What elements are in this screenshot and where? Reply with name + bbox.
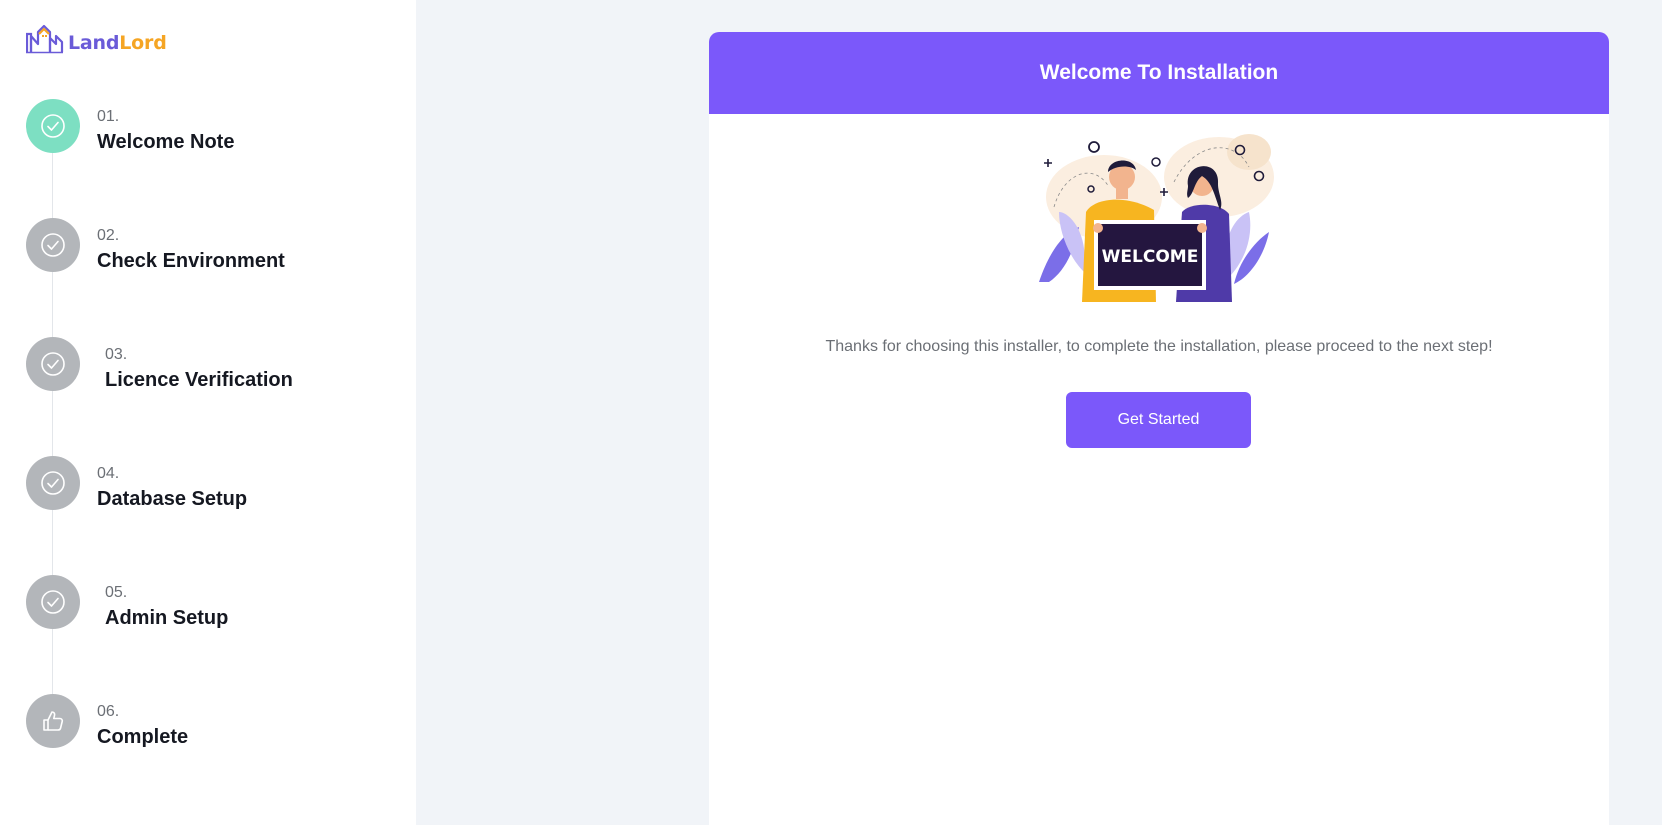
check-circle-icon (41, 114, 65, 138)
step-check-environment[interactable]: 02. Check Environment (26, 218, 406, 274)
step-3-circle (26, 337, 80, 391)
brand-name-land: Land (68, 32, 120, 54)
step-number: 03. (105, 346, 128, 363)
step-title: Welcome Note (97, 131, 235, 153)
step-welcome-note[interactable]: 01. Welcome Note (26, 99, 406, 155)
card-header: Welcome To Installation (709, 32, 1609, 114)
step-title: Complete (97, 726, 189, 748)
step-5-circle (26, 575, 80, 629)
installation-card: Welcome To Installation WELCOME Thanks f… (709, 32, 1609, 825)
check-circle-icon (41, 471, 65, 495)
step-licence-verification[interactable]: 03. Licence Verification (26, 337, 406, 393)
sidebar: LandLord 01. Welcome Note 02. Check Envi… (0, 0, 416, 825)
step-complete[interactable]: 06. Complete (26, 694, 406, 750)
step-1-circle (26, 99, 80, 153)
step-4-circle (26, 456, 80, 510)
landlord-logo[interactable]: LandLord (26, 22, 167, 54)
get-started-button[interactable]: Get Started (1066, 392, 1251, 448)
step-number: 05. (105, 584, 128, 601)
brand-name-lord: Lord (119, 32, 167, 54)
step-2-circle (26, 218, 80, 272)
step-number: 02. (97, 227, 120, 244)
step-admin-setup[interactable]: 05. Admin Setup (26, 575, 406, 631)
check-circle-icon (41, 590, 65, 614)
step-title: Licence Verification (105, 369, 293, 391)
thumbs-up-icon (43, 711, 64, 731)
step-6-circle (26, 694, 80, 748)
step-title: Check Environment (97, 250, 285, 272)
step-title: Admin Setup (105, 607, 229, 629)
welcome-sign-text: WELCOME (1102, 247, 1199, 267)
brand-name: LandLord (68, 34, 167, 53)
card-title: Welcome To Installation (1039, 61, 1279, 84)
step-title: Database Setup (97, 488, 248, 510)
step-database-setup[interactable]: 04. Database Setup (26, 456, 406, 512)
welcome-message: Thanks for choosing this installer, to c… (825, 338, 1493, 355)
step-number: 01. (97, 108, 120, 125)
check-circle-icon (41, 352, 65, 376)
check-circle-icon (41, 233, 65, 257)
step-number: 06. (97, 703, 120, 720)
house-logo-icon (26, 24, 64, 54)
welcome-illustration: WELCOME (1039, 134, 1274, 302)
step-number: 04. (97, 465, 120, 482)
